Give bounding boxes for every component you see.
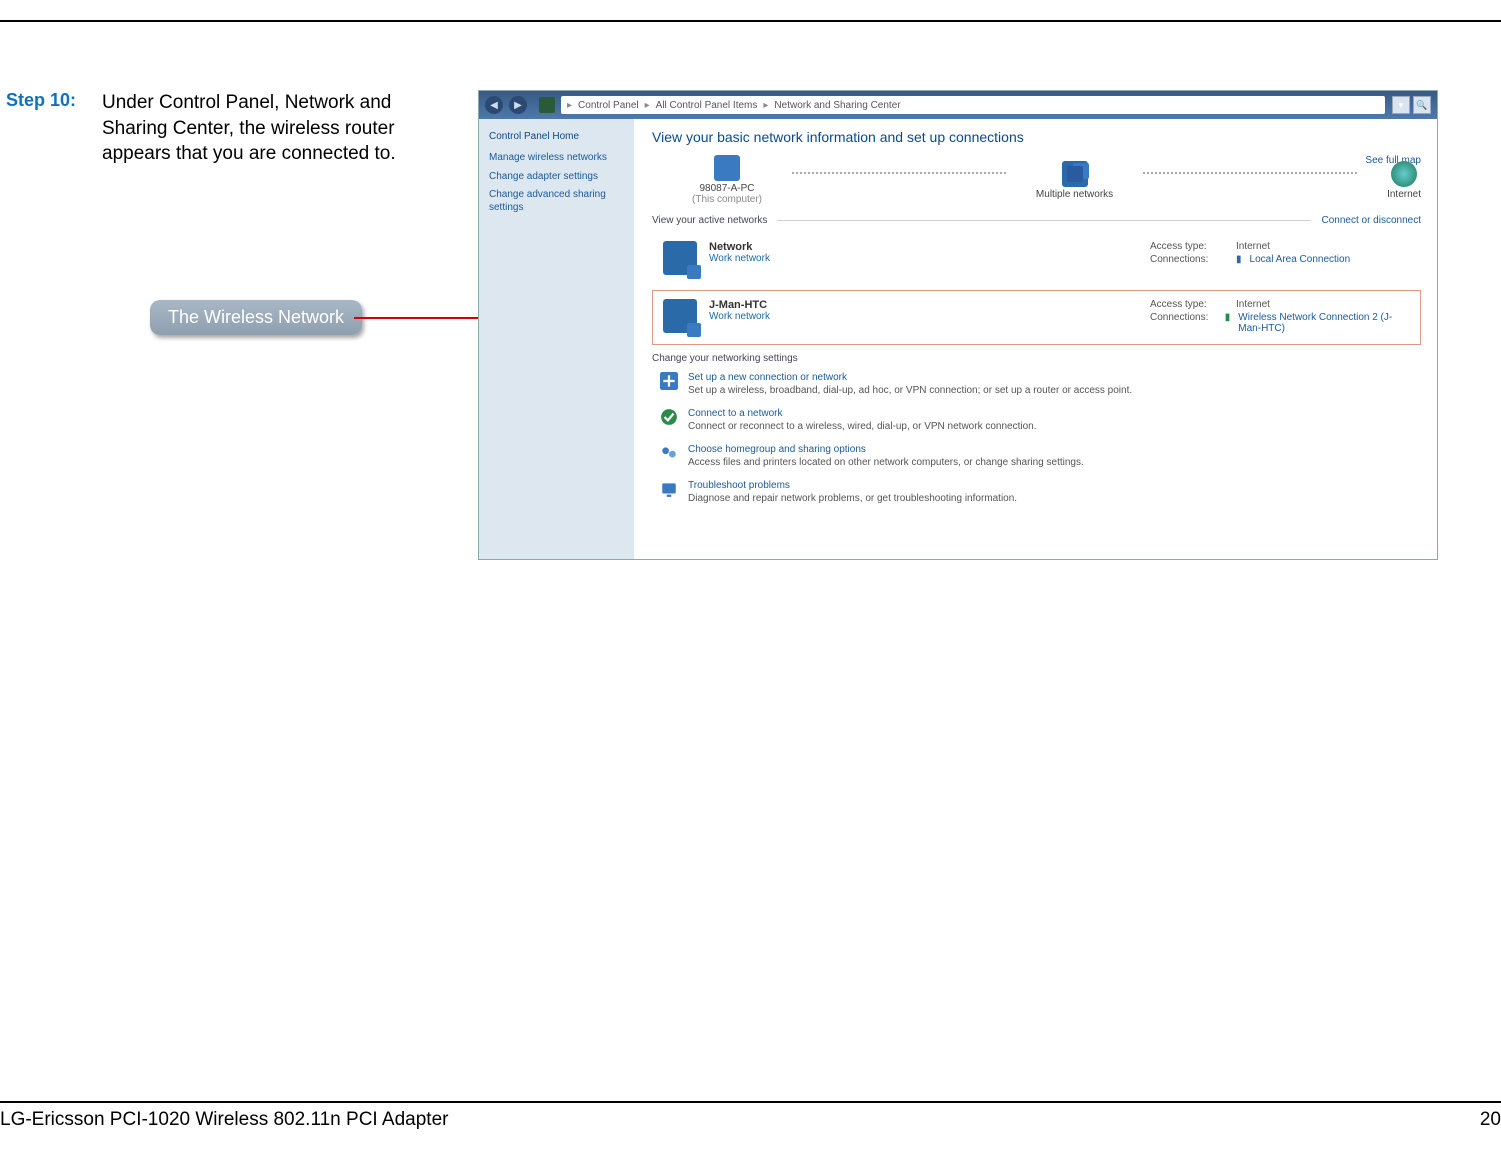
map-node-pc-label: 98087-A-PC xyxy=(699,183,754,194)
network-icon xyxy=(663,299,697,333)
settings-item-desc: Set up a wireless, broadband, dial-up, a… xyxy=(688,385,1132,396)
sidebar-link-advanced-sharing[interactable]: Change advanced sharing settings xyxy=(489,189,624,214)
refresh-button[interactable]: ▾ xyxy=(1392,96,1410,114)
network-map: 98087-A-PC (This computer) Multiple netw… xyxy=(692,155,1421,205)
settings-item-new-connection[interactable]: Set up a new connection or network Set u… xyxy=(660,372,1421,396)
sidebar: Control Panel Home Manage wireless netwo… xyxy=(479,119,634,559)
network-name: Network xyxy=(709,241,1138,253)
signal-bars-icon: ▮ xyxy=(1236,254,1242,265)
computer-icon xyxy=(714,155,740,181)
change-settings-heading: Change your networking settings xyxy=(652,353,1421,364)
step-instruction-text: Under Control Panel, Network and Sharing… xyxy=(102,90,462,167)
divider xyxy=(777,220,1311,221)
network-type-link[interactable]: Work network xyxy=(709,311,1138,322)
chevron-right-icon: ▸ xyxy=(763,100,768,111)
settings-item-title: Connect to a network xyxy=(688,408,1037,419)
network-icon xyxy=(663,241,697,275)
access-type-label: Access type: xyxy=(1150,241,1228,252)
page-top-divider xyxy=(0,20,1501,22)
screenshot-window: ◀ ▶ ▸ Control Panel ▸ All Control Panel … xyxy=(478,90,1438,560)
search-button[interactable]: 🔍 xyxy=(1413,96,1431,114)
chevron-right-icon: ▸ xyxy=(567,100,572,111)
connections-label: Connections: xyxy=(1150,312,1217,334)
map-node-internet-label: Internet xyxy=(1387,189,1421,200)
network-card-wired: Network Work network Access type: Interne… xyxy=(652,232,1421,284)
step-label: Step 10: xyxy=(6,90,96,111)
globe-icon xyxy=(1391,161,1417,187)
map-node-multi: Multiple networks xyxy=(1036,161,1113,200)
access-type-value: Internet xyxy=(1236,241,1270,252)
breadcrumb-item[interactable]: Network and Sharing Center xyxy=(774,100,900,111)
network-name: J-Man-HTC xyxy=(709,299,1138,311)
breadcrumb-item[interactable]: All Control Panel Items xyxy=(656,100,758,111)
window-titlebar: ◀ ▶ ▸ Control Panel ▸ All Control Panel … xyxy=(479,91,1437,119)
map-node-pc: 98087-A-PC (This computer) xyxy=(692,155,762,205)
active-networks-heading: View your active networks xyxy=(652,215,767,226)
multiple-networks-icon xyxy=(1062,161,1088,187)
footer-product-name: LG-Ericsson PCI-1020 Wireless 802.11n PC… xyxy=(0,1109,448,1131)
access-type-value: Internet xyxy=(1236,299,1270,310)
settings-item-desc: Connect or reconnect to a wireless, wire… xyxy=(688,421,1037,432)
breadcrumb-item[interactable]: Control Panel xyxy=(578,100,639,111)
page-number: 20 xyxy=(1480,1109,1501,1131)
access-type-label: Access type: xyxy=(1150,299,1228,310)
page-footer: LG-Ericsson PCI-1020 Wireless 802.11n PC… xyxy=(0,1101,1501,1131)
control-panel-icon xyxy=(539,97,555,113)
connection-link[interactable]: Wireless Network Connection 2 (J-Man-HTC… xyxy=(1238,312,1410,334)
network-type-link[interactable]: Work network xyxy=(709,253,1138,264)
sidebar-link-adapter-settings[interactable]: Change adapter settings xyxy=(489,171,624,184)
sidebar-home[interactable]: Control Panel Home xyxy=(489,131,624,142)
nav-forward-icon[interactable]: ▶ xyxy=(509,96,527,114)
settings-item-connect-network[interactable]: Connect to a network Connect or reconnec… xyxy=(660,408,1421,432)
sidebar-link-manage-wireless[interactable]: Manage wireless networks xyxy=(489,152,624,165)
troubleshoot-icon xyxy=(660,480,678,498)
network-card-wireless: J-Man-HTC Work network Access type: Inter… xyxy=(652,290,1421,345)
settings-item-desc: Diagnose and repair network problems, or… xyxy=(688,493,1017,504)
map-connector xyxy=(792,172,1006,174)
signal-bars-icon: ▮ xyxy=(1225,312,1231,334)
map-connector xyxy=(1143,172,1357,174)
settings-item-title: Choose homegroup and sharing options xyxy=(688,444,1084,455)
settings-item-troubleshoot[interactable]: Troubleshoot problems Diagnose and repai… xyxy=(660,480,1421,504)
connect-disconnect-link[interactable]: Connect or disconnect xyxy=(1321,215,1421,226)
settings-item-title: Set up a new connection or network xyxy=(688,372,1132,383)
settings-item-desc: Access files and printers located on oth… xyxy=(688,457,1084,468)
map-node-internet: Internet xyxy=(1387,161,1421,200)
settings-item-title: Troubleshoot problems xyxy=(688,480,1017,491)
content-pane: View your basic network information and … xyxy=(634,119,1437,559)
map-node-pc-sublabel: (This computer) xyxy=(692,194,762,205)
nav-back-icon[interactable]: ◀ xyxy=(485,96,503,114)
connect-icon xyxy=(660,408,678,426)
map-node-multi-label: Multiple networks xyxy=(1036,189,1113,200)
annotation-callout: The Wireless Network xyxy=(150,300,362,335)
settings-item-homegroup[interactable]: Choose homegroup and sharing options Acc… xyxy=(660,444,1421,468)
homegroup-icon xyxy=(660,444,678,462)
plus-connection-icon xyxy=(660,372,678,390)
connection-link[interactable]: Local Area Connection xyxy=(1250,254,1351,265)
breadcrumb-bar[interactable]: ▸ Control Panel ▸ All Control Panel Item… xyxy=(561,96,1385,114)
connections-label: Connections: xyxy=(1150,254,1228,265)
chevron-right-icon: ▸ xyxy=(645,100,650,111)
page-heading: View your basic network information and … xyxy=(652,129,1421,145)
